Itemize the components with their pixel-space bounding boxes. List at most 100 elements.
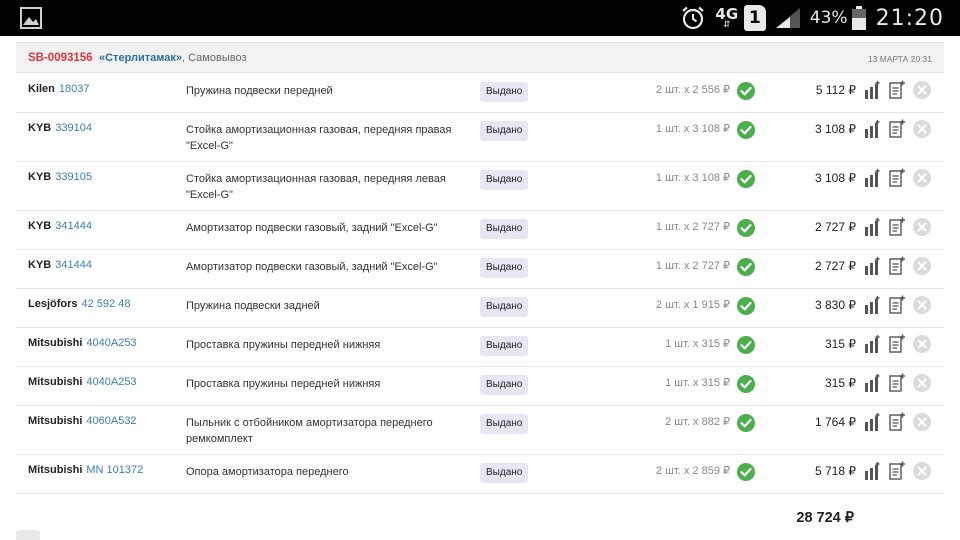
status-badge: Выдано — [480, 336, 529, 356]
item-quantity-price: 1 шт. x 3 108 ₽ — [655, 123, 730, 135]
bar-chart-icon[interactable] — [864, 218, 880, 236]
item-brand: KYB 339105 — [28, 171, 92, 183]
status-badge: Выдано — [480, 121, 529, 141]
add-note-icon[interactable] — [889, 80, 905, 99]
close-circle-icon[interactable] — [913, 462, 931, 480]
bar-chart-icon[interactable] — [864, 413, 880, 431]
item-description: Опора амортизатора переднего — [186, 466, 349, 478]
bar-chart-icon[interactable] — [864, 296, 880, 314]
close-circle-icon[interactable] — [913, 120, 931, 138]
status-badge: Выдано — [480, 219, 529, 239]
bar-chart-icon[interactable] — [864, 374, 880, 392]
close-circle-icon[interactable] — [913, 257, 931, 275]
table-row: KYB 341444 Амортизатор подвески газовый, … — [16, 250, 944, 289]
signal-strength-icon — [775, 8, 800, 28]
status-badge: Выдано — [480, 375, 529, 395]
bar-chart-icon[interactable] — [864, 335, 880, 353]
item-quantity-price: 2 шт. x 2 556 ₽ — [655, 84, 730, 96]
order-total: 28 724 ₽ — [796, 510, 854, 526]
item-brand: Mitsubishi 4040A253 — [28, 337, 137, 349]
item-brand: KYB 339104 — [28, 122, 92, 134]
add-note-icon[interactable] — [889, 168, 905, 187]
close-circle-icon[interactable] — [913, 218, 931, 236]
item-quantity-price: 1 шт. x 2 727 ₽ — [655, 260, 730, 272]
add-note-icon[interactable] — [889, 461, 905, 480]
item-description: Пружина подвески задней — [186, 300, 320, 312]
status-badge: Выдано — [480, 414, 529, 434]
check-circle-icon — [737, 297, 755, 315]
item-article-link[interactable]: 341444 — [55, 259, 92, 271]
item-brand: Mitsubishi 4040A253 — [28, 376, 137, 388]
item-description: Амортизатор подвески газовый, задний "Ex… — [186, 222, 438, 234]
item-sum: 3 108 ₽ — [815, 122, 856, 136]
table-row: Mitsubishi 4040A253 Проставка пружины пер… — [16, 328, 944, 367]
item-article-link[interactable]: 4060A532 — [86, 415, 136, 427]
close-circle-icon[interactable] — [913, 374, 931, 392]
network-indicator: 4G ⇵ — [714, 6, 740, 30]
gallery-icon — [20, 7, 42, 29]
item-brand: KYB 341444 — [28, 220, 92, 232]
add-note-icon[interactable] — [889, 334, 905, 353]
item-quantity-price: 1 шт. x 315 ₽ — [665, 377, 730, 389]
add-note-icon[interactable] — [889, 217, 905, 236]
battery-percent: 43% — [809, 8, 848, 28]
item-article-link[interactable]: 339104 — [55, 122, 92, 134]
item-sum: 5 718 ₽ — [815, 464, 856, 478]
order-pickup-info: «Стерлитамак», Самовывоз — [99, 52, 247, 64]
table-row: KYB 339105 Стойка амортизационная газовая… — [16, 162, 944, 211]
pagination-page-current[interactable] — [16, 530, 40, 540]
item-article-link[interactable]: 4040A253 — [86, 337, 136, 349]
item-description: Пружина подвески передней — [186, 85, 333, 97]
item-sum: 3 108 ₽ — [815, 171, 856, 185]
table-row: KYB 341444 Амортизатор подвески газовый, … — [16, 211, 944, 250]
order-id[interactable]: SB-0093156 — [28, 52, 93, 64]
bar-chart-icon[interactable] — [864, 169, 880, 187]
item-quantity-price: 2 шт. x 882 ₽ — [665, 416, 730, 428]
item-article-link[interactable]: 341444 — [55, 220, 92, 232]
bar-chart-icon[interactable] — [864, 120, 880, 138]
close-circle-icon[interactable] — [913, 169, 931, 187]
pagination — [16, 530, 216, 540]
item-article-link[interactable]: 18037 — [59, 83, 90, 95]
bar-chart-icon[interactable] — [864, 462, 880, 480]
add-note-icon[interactable] — [889, 412, 905, 431]
table-row: Kilen 18037 Пружина подвески передней Выд… — [16, 74, 944, 113]
item-brand: Lesjöfors 42 592 48 — [28, 298, 131, 310]
bar-chart-icon[interactable] — [864, 257, 880, 275]
item-sum: 2 727 ₽ — [815, 259, 856, 273]
item-quantity-price: 1 шт. x 315 ₽ — [665, 338, 730, 350]
add-note-icon[interactable] — [889, 373, 905, 392]
check-circle-icon — [737, 463, 755, 481]
order-date: 13 МАРТА 20:31 — [867, 54, 932, 64]
item-description: Проставка пружины передней нижняя — [186, 339, 381, 351]
item-article-link[interactable]: 339105 — [55, 171, 92, 183]
add-note-icon[interactable] — [889, 119, 905, 138]
item-sum: 1 764 ₽ — [815, 415, 856, 429]
item-brand: Mitsubishi MN 101372 — [28, 464, 144, 476]
check-circle-icon — [737, 121, 755, 139]
add-note-icon[interactable] — [889, 256, 905, 275]
item-article-link[interactable]: MN 101372 — [86, 464, 143, 476]
close-circle-icon[interactable] — [913, 81, 931, 99]
close-circle-icon[interactable] — [913, 413, 931, 431]
close-circle-icon[interactable] — [913, 296, 931, 314]
status-badge: Выдано — [480, 82, 529, 102]
order-header: SB-0093156 «Стерлитамак», Самовывоз 13 М… — [16, 42, 944, 73]
add-note-icon[interactable] — [889, 295, 905, 314]
table-row: Mitsubishi MN 101372 Опора амортизатора п… — [16, 455, 944, 494]
item-article-link[interactable]: 42 592 48 — [82, 298, 131, 310]
bar-chart-icon[interactable] — [864, 81, 880, 99]
table-row: Lesjöfors 42 592 48 Пружина подвески задн… — [16, 289, 944, 328]
item-quantity-price: 2 шт. x 2 859 ₽ — [655, 465, 730, 477]
table-row: KYB 339104 Стойка амортизационная газовая… — [16, 113, 944, 162]
status-badge: Выдано — [480, 258, 529, 278]
close-circle-icon[interactable] — [913, 335, 931, 353]
battery-icon — [851, 6, 866, 30]
item-sum: 5 112 ₽ — [815, 83, 856, 97]
item-article-link[interactable]: 4040A253 — [86, 376, 136, 388]
item-sum: 315 ₽ — [825, 376, 856, 390]
item-description: Проставка пружины передней нижняя — [186, 378, 381, 390]
pickup-city[interactable]: «Стерлитамак» — [99, 52, 182, 64]
item-sum: 3 830 ₽ — [815, 298, 856, 312]
item-description: Амортизатор подвески газовый, задний "Ex… — [186, 261, 438, 273]
